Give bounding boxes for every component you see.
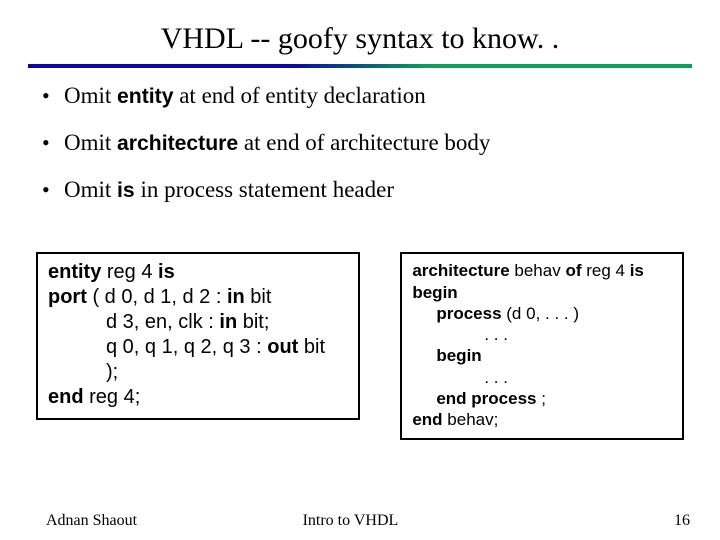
bullet-keyword: is <box>117 179 135 202</box>
code-line: process (d 0, . . . ) <box>412 303 672 324</box>
code-line: begin <box>412 345 672 366</box>
code-box-architecture: architecture behav of reg 4 is begin pro… <box>400 252 684 440</box>
slide: VHDL -- goofy syntax to know. . Omit ent… <box>0 0 720 540</box>
footer-page: 16 <box>674 512 690 530</box>
footer: Adnan Shaout Intro to VHDL 16 <box>0 512 720 530</box>
code-line: end reg 4; <box>48 385 348 410</box>
code-box-entity: entity reg 4 is port ( d 0, d 1, d 2 : i… <box>36 252 360 420</box>
bullet-text-pre: Omit <box>64 177 117 202</box>
bullet-text-post: at end of architecture body <box>238 130 490 155</box>
footer-author: Adnan Shaout <box>46 512 137 530</box>
code-row: entity reg 4 is port ( d 0, d 1, d 2 : i… <box>28 252 692 440</box>
code-line: port ( d 0, d 1, d 2 : in bit <box>48 285 348 310</box>
bullet-keyword: architecture <box>117 132 238 155</box>
code-line: entity reg 4 is <box>48 260 348 285</box>
code-line: end process ; <box>412 388 672 409</box>
bullet-keyword: entity <box>117 85 173 108</box>
footer-title: Intro to VHDL <box>303 512 399 530</box>
title-rule <box>28 64 692 68</box>
bullet-text-pre: Omit <box>64 83 117 108</box>
code-line: . . . <box>412 324 672 345</box>
code-line: architecture behav of reg 4 is <box>412 260 672 281</box>
code-line: end behav; <box>412 409 672 430</box>
bullet-text-post: in process statement header <box>135 177 394 202</box>
code-line: d 3, en, clk : in bit; <box>48 310 348 335</box>
bullet-list: Omit entity at end of entity declaration… <box>36 82 692 204</box>
bullet-item: Omit entity at end of entity declaration <box>36 82 692 111</box>
code-line: q 0, q 1, q 2, q 3 : out bit <box>48 335 348 360</box>
bullet-item: Omit architecture at end of architecture… <box>36 129 692 158</box>
code-line: begin <box>412 282 672 303</box>
slide-title: VHDL -- goofy syntax to know. . <box>28 22 692 56</box>
bullet-text-post: at end of entity declaration <box>173 83 425 108</box>
code-line: . . . <box>412 367 672 388</box>
code-line: ); <box>48 360 348 385</box>
bullet-text-pre: Omit <box>64 130 117 155</box>
bullet-item: Omit is in process statement header <box>36 176 692 205</box>
